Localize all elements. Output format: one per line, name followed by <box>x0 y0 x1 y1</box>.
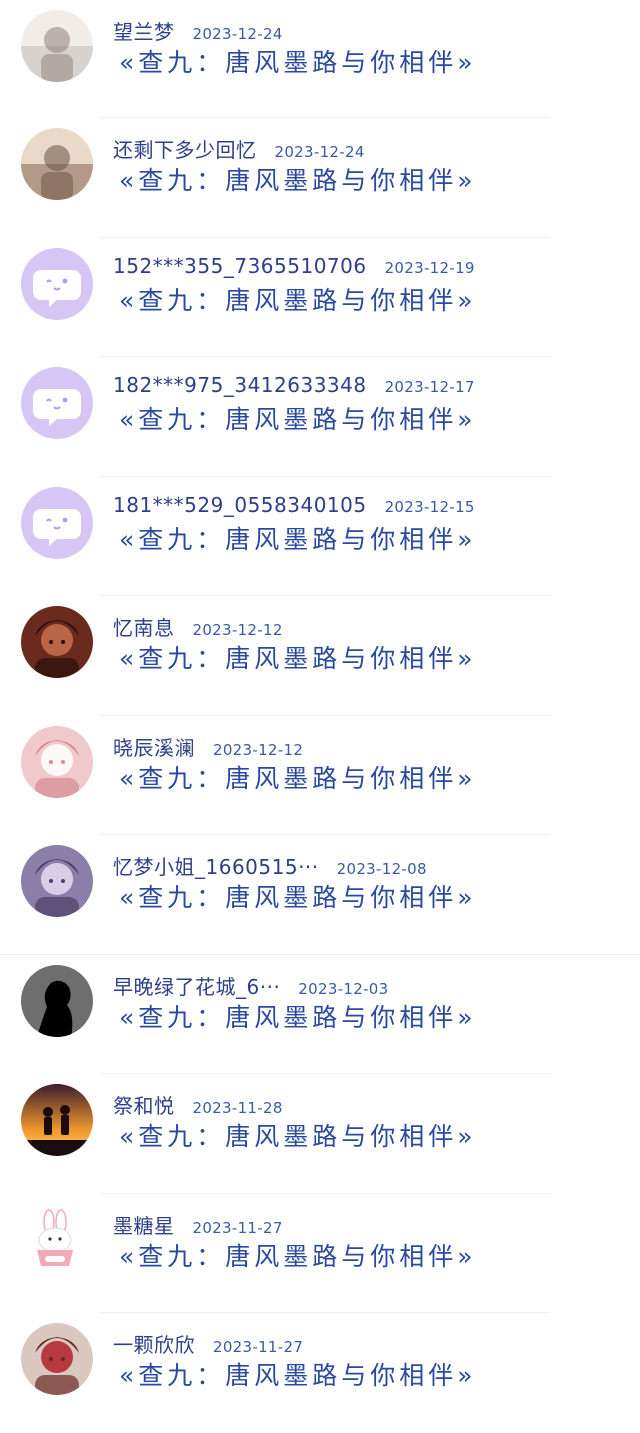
comment-text: «查九：唐风墨路与你相伴» <box>119 763 477 793</box>
comment-text: «查九：唐风墨路与你相伴» <box>119 1002 477 1032</box>
user-photo-avatar-icon[interactable] <box>21 128 93 200</box>
comment-row[interactable]: 152***355_7365510706 2023-12-19 «查九：唐风墨路与… <box>0 238 640 357</box>
comment-header: 一颗欣欣 2023-11-27 <box>113 1329 303 1358</box>
comment-text: «查九：唐风墨路与你相伴» <box>119 1241 477 1271</box>
default-chat-avatar-icon[interactable] <box>21 367 93 439</box>
comment-text: «查九：唐风墨路与你相伴» <box>119 644 477 673</box>
bunny-avatar-icon[interactable] <box>21 1203 93 1276</box>
anime-avatar-icon[interactable] <box>21 725 93 798</box>
comment-row[interactable]: 忆南息 2023-12-12 «查九：唐风墨路与你相伴» <box>0 596 640 716</box>
comment-text: «查九：唐风墨路与你相伴» <box>119 48 477 77</box>
comment-header: 182***975_3412633348 2023-12-17 <box>113 373 475 397</box>
silhouette-avatar-icon[interactable] <box>21 964 93 1037</box>
comment-text: «查九：唐风墨路与你相伴» <box>119 524 477 554</box>
comment-text: «查九：唐风墨路与你相伴» <box>119 1122 477 1151</box>
commenter-name[interactable]: 早晚绿了花城_6··· <box>113 975 280 999</box>
comment-date: 2023-11-27 <box>192 1218 283 1237</box>
comment-row[interactable]: 还剩下多少回忆 2023-12-24 «查九：唐风墨路与你相伴» <box>0 118 640 238</box>
comment-text: «查九：唐风墨路与你相伴» <box>119 405 477 434</box>
sunset-couple-avatar-icon[interactable] <box>21 1084 93 1156</box>
comment-text: «查九：唐风墨路与你相伴» <box>119 285 477 315</box>
comment-row[interactable]: 忆梦小姐_1660515··· 2023-12-08 «查九：唐风墨路与你相伴» <box>0 835 640 955</box>
comment-date: 2023-12-19 <box>384 258 475 277</box>
user-photo-avatar-icon[interactable] <box>21 10 93 82</box>
comment-date: 2023-12-08 <box>336 860 427 878</box>
comment-row[interactable]: 祭和悦 2023-11-28 «查九：唐风墨路与你相伴» <box>0 1074 640 1194</box>
comment-date: 2023-12-12 <box>192 621 283 639</box>
default-chat-avatar-icon[interactable] <box>21 247 93 320</box>
comment-header: 早晚绿了花城_6··· 2023-12-03 <box>113 971 388 1000</box>
commenter-name[interactable]: 祭和悦 <box>113 1094 175 1118</box>
default-chat-avatar-icon[interactable] <box>21 486 93 559</box>
anime-avatar-icon[interactable] <box>21 606 93 678</box>
comment-row[interactable]: 181***529_0558340105 2023-12-15 «查九：唐风墨路与… <box>0 477 640 596</box>
comment-header: 忆梦小姐_1660515··· 2023-12-08 <box>113 851 427 880</box>
comment-header: 墨糖星 2023-11-27 <box>113 1210 283 1239</box>
commenter-name[interactable]: 152***355_7365510706 <box>113 254 367 278</box>
anime-avatar-icon[interactable] <box>21 1323 93 1395</box>
commenter-name[interactable]: 晓辰溪澜 <box>113 736 195 760</box>
comment-row[interactable]: 一颗欣欣 2023-11-27 «查九：唐风墨路与你相伴» <box>0 1313 640 1433</box>
comment-date: 2023-11-28 <box>192 1099 283 1117</box>
comment-header: 152***355_7365510706 2023-12-19 <box>113 254 475 278</box>
commenter-name[interactable]: 181***529_0558340105 <box>113 493 367 517</box>
comment-row[interactable]: 早晚绿了花城_6··· 2023-12-03 «查九：唐风墨路与你相伴» <box>0 955 640 1074</box>
commenter-name[interactable]: 忆南息 <box>113 616 175 640</box>
comment-list: 望兰梦 2023-12-24 «查九：唐风墨路与你相伴» 还剩下多少回忆 2023-… <box>0 0 640 1433</box>
comment-text: «查九：唐风墨路与你相伴» <box>119 883 477 912</box>
comment-row[interactable]: 182***975_3412633348 2023-12-17 «查九：唐风墨路与… <box>0 357 640 477</box>
comment-row[interactable]: 望兰梦 2023-12-24 «查九：唐风墨路与你相伴» <box>0 0 640 118</box>
commenter-name[interactable]: 墨糖星 <box>113 1214 175 1238</box>
comment-date: 2023-12-24 <box>192 25 283 43</box>
comment-date: 2023-11-27 <box>213 1338 304 1356</box>
comment-header: 忆南息 2023-12-12 <box>113 612 283 641</box>
comment-header: 望兰梦 2023-12-24 <box>113 16 283 45</box>
commenter-name[interactable]: 忆梦小姐_1660515··· <box>113 855 319 879</box>
comment-date: 2023-12-24 <box>274 143 365 161</box>
comment-row[interactable]: 墨糖星 2023-11-27 «查九：唐风墨路与你相伴» <box>0 1194 640 1313</box>
comment-text: «查九：唐风墨路与你相伴» <box>119 1361 477 1390</box>
comment-date: 2023-12-15 <box>384 497 475 516</box>
comment-date: 2023-12-17 <box>384 378 475 396</box>
comment-header: 晓辰溪澜 2023-12-12 <box>113 732 303 761</box>
comment-header: 祭和悦 2023-11-28 <box>113 1090 283 1119</box>
anime-avatar-icon[interactable] <box>21 845 93 917</box>
comment-date: 2023-12-03 <box>298 979 389 998</box>
commenter-name[interactable]: 一颗欣欣 <box>113 1333 195 1357</box>
commenter-name[interactable]: 望兰梦 <box>113 20 175 44</box>
comment-text: «查九：唐风墨路与你相伴» <box>119 166 477 195</box>
comment-header: 181***529_0558340105 2023-12-15 <box>113 493 475 517</box>
commenter-name[interactable]: 还剩下多少回忆 <box>113 138 257 162</box>
comment-date: 2023-12-12 <box>213 740 304 759</box>
commenter-name[interactable]: 182***975_3412633348 <box>113 373 367 397</box>
comment-row[interactable]: 晓辰溪澜 2023-12-12 «查九：唐风墨路与你相伴» <box>0 716 640 835</box>
comment-header: 还剩下多少回忆 2023-12-24 <box>113 134 365 163</box>
